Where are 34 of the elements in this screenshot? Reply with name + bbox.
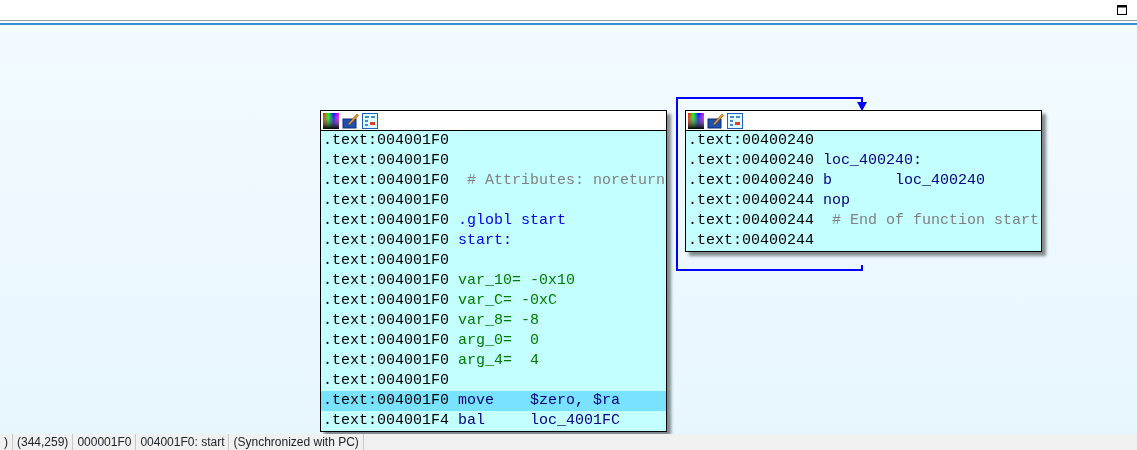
code-line[interactable]: .text:004001F0: [321, 191, 666, 211]
code-line[interactable]: .text:00400244 nop: [686, 191, 1041, 211]
code-line[interactable]: .text:004001F0 var_10= -0x10: [321, 271, 666, 291]
code-line[interactable]: .text:004001F0: [321, 251, 666, 271]
code-block-node[interactable]: .text:00400240 .text:00400240 loc_400240: .text:00400240 b loc_400240 .text:00400244 nop .text:00400244 # End of function start .text:00400244: [685, 110, 1042, 252]
code-line[interactable]: .text:004001F0 start:: [321, 231, 666, 251]
pencil-icon[interactable]: [342, 112, 359, 129]
graph-view-icon[interactable]: [727, 112, 743, 129]
code-line[interactable]: .text:004001F0 var_C= -0xC: [321, 291, 666, 311]
status-field: (Synchronized with PC): [229, 434, 364, 450]
code-line[interactable]: .text:004001F0: [321, 131, 666, 151]
code-line[interactable]: .text:004001F0 .globl start: [321, 211, 666, 231]
code-line[interactable]: .text:00400240 loc_400240:: [686, 151, 1041, 171]
status-field: (344,259): [13, 434, 74, 450]
code-line[interactable]: .text:004001F0 var_8= -8: [321, 311, 666, 331]
code-line[interactable]: .text:00400240 b loc_400240: [686, 171, 1041, 191]
pencil-icon[interactable]: [707, 112, 724, 129]
code-block-node[interactable]: [320, 110, 667, 432]
code-line[interactable]: .text:00400244: [686, 231, 1041, 251]
code-line[interactable]: .text:00400244 # End of function start: [686, 211, 1041, 231]
status-field: 004001F0: start: [136, 434, 230, 450]
code-line[interactable]: .text:00400240: [686, 131, 1041, 151]
restore-icon[interactable]: [1117, 5, 1127, 15]
color-palette-icon[interactable]: [323, 112, 339, 129]
code-line[interactable]: .text:004001F0 arg_0= 0: [321, 331, 666, 351]
graph-view-icon[interactable]: [362, 112, 378, 129]
status-field: 000001F0: [73, 434, 137, 450]
code-line[interactable]: .text:004001F0: [321, 151, 666, 171]
code-line[interactable]: .text:004001F0 # Attributes: noreturn: [321, 171, 666, 191]
code-line[interactable]: .text:004001F0: [321, 371, 666, 391]
code-line[interactable]: .text:004001F4 bal loc_4001FC: [321, 411, 666, 431]
status-field: ): [0, 434, 13, 450]
code-line[interactable]: .text:004001F0 arg_4= 4: [321, 351, 666, 371]
color-palette-icon[interactable]: [688, 112, 704, 129]
